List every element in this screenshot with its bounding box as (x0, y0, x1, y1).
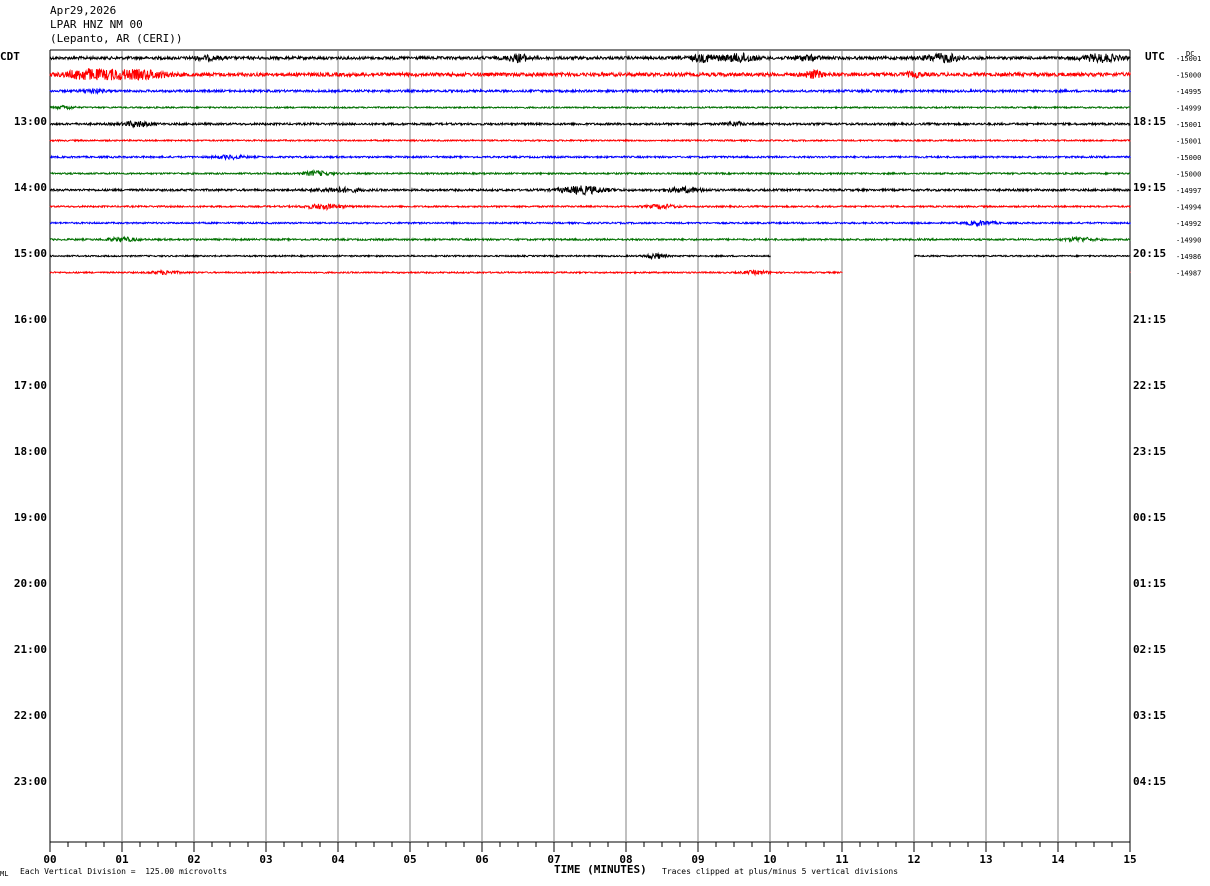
x-axis-title: TIME (MINUTES) (554, 863, 647, 876)
dc-offset-value: -15001 (1176, 121, 1201, 129)
seismic-trace (49, 138, 1131, 143)
utc-hour-label: 18:15 (1133, 115, 1166, 128)
x-tick-label: 05 (403, 853, 416, 866)
dc-offset-value: -14990 (1176, 237, 1201, 245)
x-tick-label: 11 (835, 853, 849, 866)
dc-offset-value: -14987 (1176, 270, 1201, 278)
x-tick-label: 13 (979, 853, 992, 866)
dc-offset-value: -15000 (1176, 72, 1201, 80)
local-hour-label: 17:00 (14, 379, 47, 392)
vertical-division-note: Each Vertical Division = 125.00 microvol… (20, 867, 228, 876)
dc-offset-value: -15000 (1176, 154, 1201, 162)
utc-hour-label: 04:15 (1133, 775, 1166, 788)
x-tick-label: 09 (691, 853, 704, 866)
local-hour-label: 13:00 (14, 115, 47, 128)
utc-hour-label: 20:15 (1133, 247, 1166, 260)
seismic-trace (49, 184, 1131, 197)
utc-hour-label: 00:15 (1133, 511, 1166, 524)
seismic-trace (49, 219, 1131, 228)
clipping-note: Traces clipped at plus/minus 5 vertical … (662, 867, 899, 876)
dc-offset-value: -14995 (1176, 88, 1201, 96)
seismic-traces (49, 52, 1131, 277)
corner-mark: ML (0, 870, 9, 878)
local-hour-label: 19:00 (14, 511, 47, 524)
dc-offset-value: -14997 (1176, 187, 1201, 195)
local-hour-label: 14:00 (14, 181, 47, 194)
seismic-trace (49, 67, 1131, 81)
seismic-trace (49, 268, 1131, 277)
dc-offset-value: -14999 (1176, 105, 1201, 113)
seismic-trace (50, 153, 1131, 162)
helicorder-plot: 00 01 02 03 04 05 06 07 08 09 10 11 12 13 14 1513:00 18:… (14, 49, 1201, 866)
seismic-trace (49, 87, 1131, 95)
dc-offset-value: -14992 (1176, 220, 1201, 228)
local-hour-label: 22:00 (14, 709, 47, 722)
utc-hour-label: 23:15 (1133, 445, 1166, 458)
dc-offset-value: -14986 (1176, 253, 1201, 261)
time-grid (49, 49, 1131, 852)
x-tick-label: 00 (43, 853, 56, 866)
x-tick-label: 14 (1051, 853, 1065, 866)
local-hour-label: 16:00 (14, 313, 47, 326)
utc-hour-label: 22:15 (1133, 379, 1166, 392)
seismic-trace (49, 169, 1131, 177)
utc-hour-label: 02:15 (1133, 643, 1166, 656)
dc-offset-value: -14994 (1176, 204, 1201, 212)
x-tick-label: 02 (187, 853, 200, 866)
utc-hour-label: 19:15 (1133, 181, 1166, 194)
seismic-trace (49, 203, 1131, 212)
utc-hour-label: 03:15 (1133, 709, 1166, 722)
local-hour-label: 23:00 (14, 775, 47, 788)
utc-hour-label: 21:15 (1133, 313, 1166, 326)
seismic-trace (49, 120, 1131, 129)
x-tick-label: 03 (259, 853, 272, 866)
x-tick-label: 10 (763, 853, 776, 866)
seismic-trace (49, 52, 1131, 65)
x-tick-label: 01 (115, 853, 129, 866)
local-hour-label: 21:00 (14, 643, 47, 656)
dc-offset-value: -15000 (1176, 171, 1201, 179)
x-tick-label: 06 (475, 853, 489, 866)
x-tick-label: 15 (1123, 853, 1136, 866)
seismic-trace (49, 251, 1131, 261)
utc-hour-label: 01:15 (1133, 577, 1166, 590)
seismic-trace (49, 235, 1131, 243)
seismic-trace (49, 104, 1131, 111)
x-tick-label: 12 (907, 853, 920, 866)
local-hour-label: 20:00 (14, 577, 47, 590)
dc-offset-value: -15001 (1176, 138, 1201, 146)
local-hour-label: 18:00 (14, 445, 47, 458)
dc-offset-value: -15001 (1176, 55, 1201, 63)
x-tick-label: 04 (331, 853, 345, 866)
local-hour-label: 15:00 (14, 247, 47, 260)
